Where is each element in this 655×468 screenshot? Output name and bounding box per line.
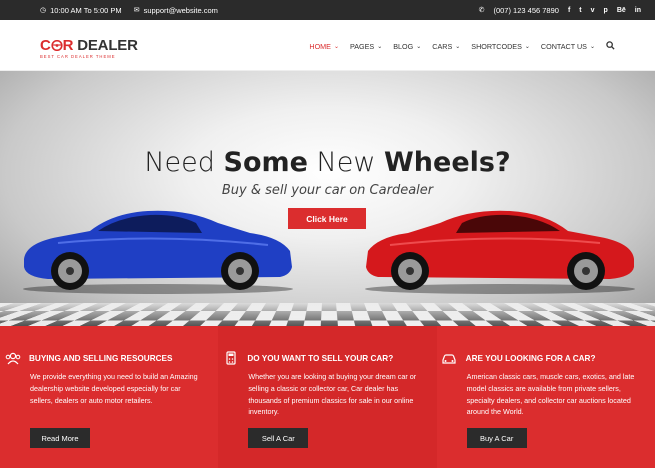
chevron-down-icon: ⌄	[455, 44, 461, 50]
top-bar: ◷ 10:00 AM To 5:00 PM ✉ support@website.…	[0, 0, 655, 20]
email-item[interactable]: ✉ support@website.com	[134, 6, 218, 15]
read-more-button[interactable]: Read More	[30, 428, 90, 448]
mail-icon: ✉	[133, 7, 140, 14]
pinterest-icon[interactable]: p	[604, 7, 608, 14]
floor-fade	[0, 303, 655, 326]
nav-pages[interactable]: PAGES ⌄	[350, 42, 382, 51]
feature-text: Whether you are looking at buying your d…	[248, 372, 417, 417]
chevron-down-icon: ⌄	[333, 44, 339, 50]
chevron-down-icon: ⌄	[589, 44, 595, 50]
phone-text[interactable]: (007) 123 456 7890	[493, 6, 558, 15]
phone-icon: ✆	[478, 7, 485, 14]
chevron-down-icon: ⌄	[524, 44, 530, 50]
buy-a-car-button[interactable]: Buy A Car	[466, 428, 527, 448]
blue-sports-car	[23, 210, 293, 294]
click-here-button[interactable]: Click Here	[288, 208, 366, 229]
vimeo-icon[interactable]: v	[591, 7, 595, 14]
main-nav: HOME ⌄ PAGES ⌄ BLOG ⌄ CARS ⌄ SHORTCODES ⌄ CON…	[309, 41, 615, 52]
site-header: CR DEALER BEST CAR DEALER THEME HOME ⌄ PA…	[0, 20, 655, 71]
red-sports-car	[365, 210, 635, 294]
nav-blog[interactable]: BLOG ⌄	[393, 42, 421, 51]
clock-icon: ◷	[40, 7, 47, 14]
twitter-icon[interactable]: t	[579, 7, 581, 14]
hours-item: ◷ 10:00 AM To 5:00 PM	[40, 6, 122, 15]
feature-text: American classic cars, muscle cars, exot…	[466, 372, 635, 417]
feature-title: ARE YOU LOOKING FOR A CAR?	[441, 351, 637, 365]
hours-text: 10:00 AM To 5:00 PM	[50, 5, 122, 15]
chevron-down-icon: ⌄	[377, 44, 383, 50]
behance-icon[interactable]: Bē	[617, 7, 626, 14]
car-calculator-icon	[222, 351, 239, 365]
feature-title: BUYING AND SELLING RESOURCES	[4, 351, 200, 365]
feature-sell-car: DO YOU WANT TO SELL YOUR CAR? Whether yo…	[218, 326, 437, 468]
nav-cars[interactable]: CARS ⌄	[432, 42, 460, 51]
feature-title: DO YOU WANT TO SELL YOUR CAR?	[222, 351, 418, 365]
logo-tagline: BEST CAR DEALER THEME	[40, 54, 116, 59]
feature-text: We provide everything you need to build …	[30, 372, 198, 405]
nav-contact-us[interactable]: CONTACT US ⌄	[541, 42, 595, 51]
nav-home[interactable]: HOME ⌄	[309, 42, 339, 51]
sell-a-car-button[interactable]: Sell A Car	[248, 428, 309, 448]
features-section: BUYING AND SELLING RESOURCES We provide …	[0, 326, 655, 468]
top-bar-right: ✆ (007) 123 456 7890 f t v p Bē in	[479, 6, 641, 15]
hero-subline: Buy & sell your car on Cardealer	[221, 183, 434, 198]
hero-headline: Need Some New Wheels?	[144, 147, 511, 178]
search-icon[interactable]	[606, 41, 615, 52]
hero-banner: Need Some New Wheels? Buy & sell your ca…	[0, 71, 655, 326]
logo-wordmark: CR DEALER	[40, 37, 138, 54]
people-icon	[4, 351, 21, 365]
linkedin-icon[interactable]: in	[635, 7, 641, 14]
feature-looking-for-car: ARE YOU LOOKING FOR A CAR? American clas…	[436, 326, 655, 468]
email-link[interactable]: support@website.com	[144, 6, 218, 15]
car-icon	[441, 351, 458, 365]
feature-buying-selling: BUYING AND SELLING RESOURCES We provide …	[0, 326, 219, 468]
facebook-icon[interactable]: f	[568, 7, 570, 14]
logo[interactable]: CR DEALER BEST CAR DEALER THEME	[40, 37, 138, 59]
nav-shortcodes[interactable]: SHORTCODES ⌄	[471, 42, 530, 51]
steering-wheel-icon	[51, 39, 63, 52]
chevron-down-icon: ⌄	[416, 44, 422, 50]
